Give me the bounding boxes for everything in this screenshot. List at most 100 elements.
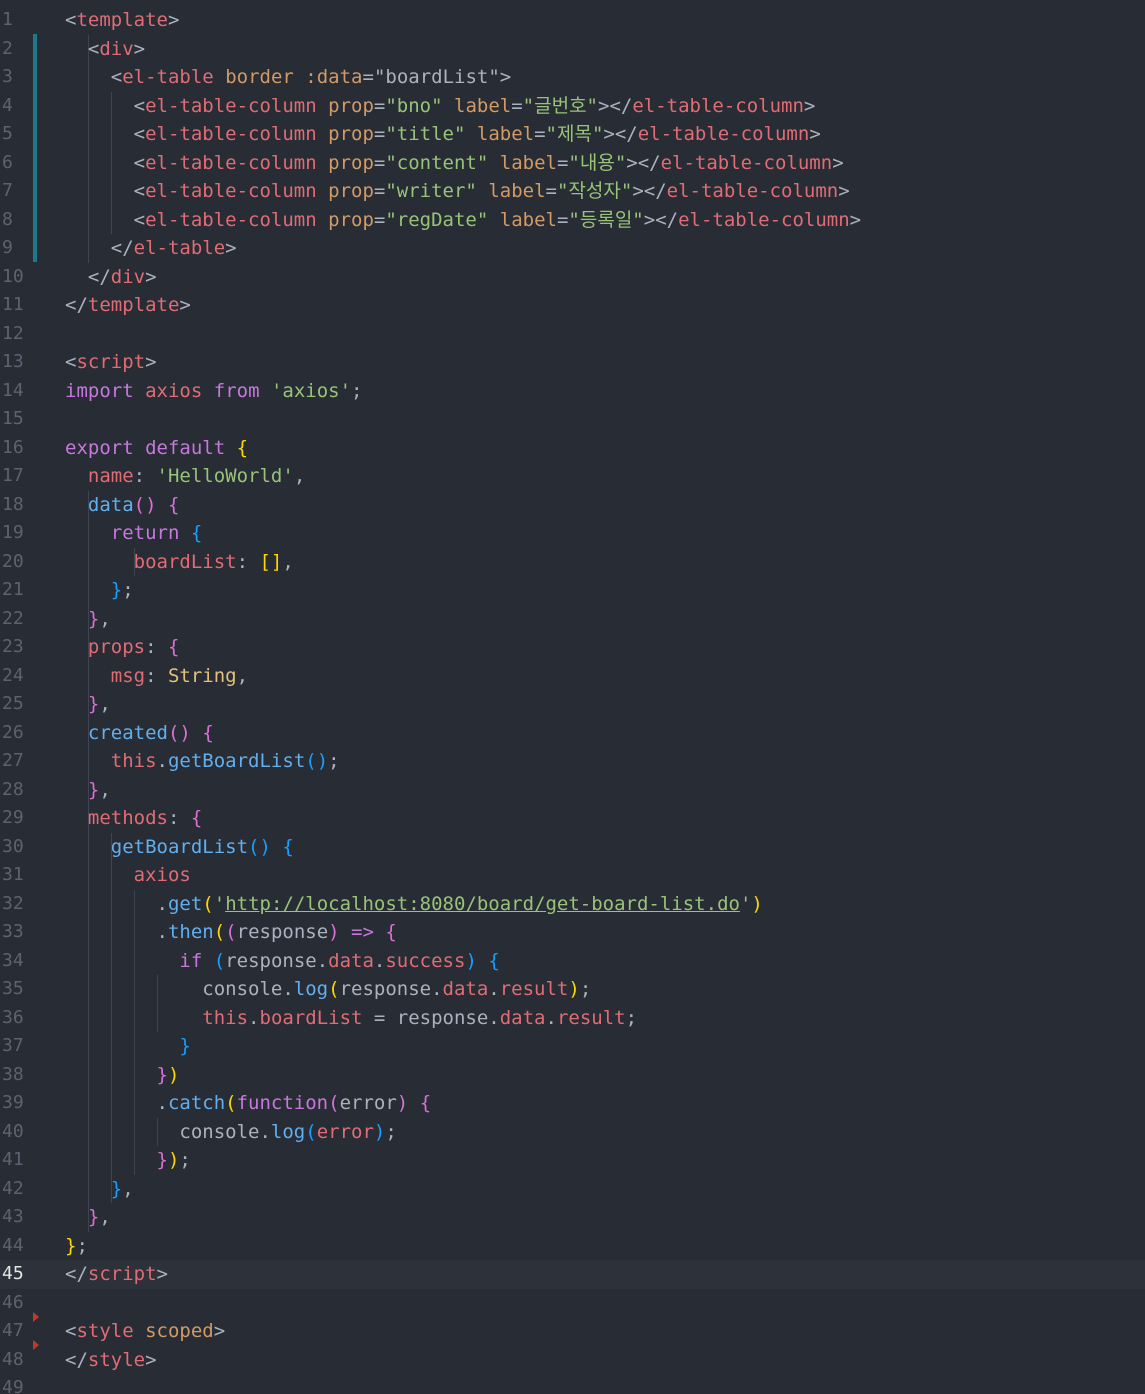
code-line[interactable]: 40 console.log(error); xyxy=(0,1118,1145,1147)
code-line[interactable]: 33 .then((response) => { xyxy=(0,918,1145,947)
code-token: } xyxy=(87,778,100,801)
code-line[interactable]: 38 }) xyxy=(0,1061,1145,1090)
code-line[interactable]: 46 xyxy=(0,1289,1145,1318)
code-line[interactable]: 14 import axios from 'axios'; xyxy=(0,377,1145,406)
code-line[interactable]: 30 getBoardList() { xyxy=(0,833,1145,862)
code-line[interactable]: 37 } xyxy=(0,1032,1145,1061)
code-line[interactable]: 15 xyxy=(0,405,1145,434)
code-line[interactable]: 13 <script> xyxy=(0,348,1145,377)
code-line[interactable]: 17 name: 'HelloWorld', xyxy=(0,462,1145,491)
code-token: } xyxy=(87,693,100,715)
code-line[interactable]: 32 .get('http://localhost:8080/board/get… xyxy=(0,890,1145,919)
code-token: el-table-column xyxy=(145,208,317,231)
code-token: prop xyxy=(328,151,374,174)
code-line[interactable]: 20 boardList: [], xyxy=(0,548,1145,577)
code-line[interactable]: 41 }); xyxy=(0,1146,1145,1175)
code-token: < xyxy=(65,351,77,373)
code-token: response xyxy=(236,921,329,943)
code-line[interactable]: 2 <div> xyxy=(0,35,1145,64)
code-token: if xyxy=(179,949,203,972)
code-token: axios xyxy=(145,379,203,402)
code-text: </style> xyxy=(65,1346,157,1375)
code-token: () xyxy=(305,750,329,772)
code-token: "글번호" xyxy=(522,94,598,117)
code-line[interactable]: 4 <el-table-column prop="bno" label="글번호… xyxy=(0,92,1145,121)
code-line[interactable]: 19 return { xyxy=(0,519,1145,548)
code-text: }, xyxy=(65,1175,134,1204)
code-line[interactable]: 48 </style> xyxy=(0,1346,1145,1375)
code-line[interactable]: 12 xyxy=(0,320,1145,349)
code-token: . xyxy=(65,1092,168,1114)
line-number: 9 xyxy=(2,237,13,258)
code-line[interactable]: 7 <el-table-column prop="writer" label="… xyxy=(0,177,1145,206)
code-line[interactable]: 5 <el-table-column prop="title" label="제… xyxy=(0,120,1145,149)
code-line[interactable]: 26 created() { xyxy=(0,719,1145,748)
code-text: export default { xyxy=(65,434,248,463)
code-editor[interactable]: 1 <template> 2 <div> 3 <el-table border :da… xyxy=(0,0,1145,1394)
code-token: ></ xyxy=(626,151,661,174)
code-line[interactable]: 9 </el-table> xyxy=(0,234,1145,263)
code-token: > xyxy=(838,180,850,202)
code-line[interactable]: 3 <el-table border :data="boardList"> xyxy=(0,63,1145,92)
code-line[interactable]: 6 <el-table-column prop="content" label=… xyxy=(0,149,1145,178)
code-token: ( xyxy=(213,949,226,972)
code-token: [] xyxy=(259,550,283,573)
code-text: msg: String, xyxy=(65,662,248,691)
code-line[interactable]: 35 console.log(response.data.result); xyxy=(0,975,1145,1004)
code-line[interactable]: 8 <el-table-column prop="regDate" label=… xyxy=(0,206,1145,235)
code-line[interactable]: 42 }, xyxy=(0,1175,1145,1204)
code-token: label xyxy=(499,151,557,174)
code-line[interactable]: 43 }, xyxy=(0,1203,1145,1232)
code-token: , xyxy=(236,664,249,687)
line-number: 14 xyxy=(2,379,24,401)
code-line[interactable]: 10 </div> xyxy=(0,263,1145,292)
code-token: . xyxy=(545,1006,557,1029)
code-line[interactable]: 21 }; xyxy=(0,576,1145,605)
code-line[interactable]: 28 }, xyxy=(0,776,1145,805)
code-token: 'axios' xyxy=(270,379,352,402)
code-token: </ xyxy=(65,1348,88,1371)
code-token: this xyxy=(202,1006,249,1029)
code-line[interactable]: 18 data() { xyxy=(0,491,1145,520)
code-line[interactable]: 47 <style scoped> xyxy=(0,1317,1145,1346)
line-number: 29 xyxy=(2,807,24,828)
code-line[interactable]: 1 <template> xyxy=(0,6,1145,35)
code-token: http://localhost:8080/board/get-board-li… xyxy=(225,892,740,915)
code-line[interactable]: 11 </template> xyxy=(0,291,1145,320)
line-number: 36 xyxy=(2,1006,24,1028)
code-token: , xyxy=(282,550,294,573)
code-line[interactable]: 39 .catch(function(error) { xyxy=(0,1089,1145,1118)
code-text: </template> xyxy=(65,291,191,320)
line-number: 44 xyxy=(2,1234,24,1256)
code-line[interactable]: 34 if (response.data.success) { xyxy=(0,947,1145,976)
code-token: el-table-column xyxy=(632,94,804,117)
code-line[interactable]: 31 axios xyxy=(0,861,1145,890)
code-token: } xyxy=(110,1177,123,1200)
code-line[interactable]: 29 methods: { xyxy=(0,804,1145,833)
code-line[interactable]: 23 props: { xyxy=(0,633,1145,662)
code-line[interactable]: 49 xyxy=(0,1374,1145,1394)
code-line[interactable]: 22 }, xyxy=(0,605,1145,634)
code-token: ; xyxy=(328,750,340,772)
code-line[interactable]: 36 this.boardList = response.data.result… xyxy=(0,1004,1145,1033)
code-line[interactable]: 27 this.getBoardList(); xyxy=(0,747,1145,776)
code-line[interactable]: 16 export default { xyxy=(0,434,1145,463)
code-line[interactable]: 24 msg: String, xyxy=(0,662,1145,691)
code-token: ></ xyxy=(632,180,667,202)
code-token: < xyxy=(133,180,146,202)
code-line[interactable]: 25 }, xyxy=(0,690,1145,719)
code-token: success xyxy=(385,949,466,972)
code-token: { xyxy=(385,921,397,943)
code-line[interactable]: 44}; xyxy=(0,1232,1145,1261)
code-line[interactable]: 45 </script> xyxy=(0,1260,1145,1289)
